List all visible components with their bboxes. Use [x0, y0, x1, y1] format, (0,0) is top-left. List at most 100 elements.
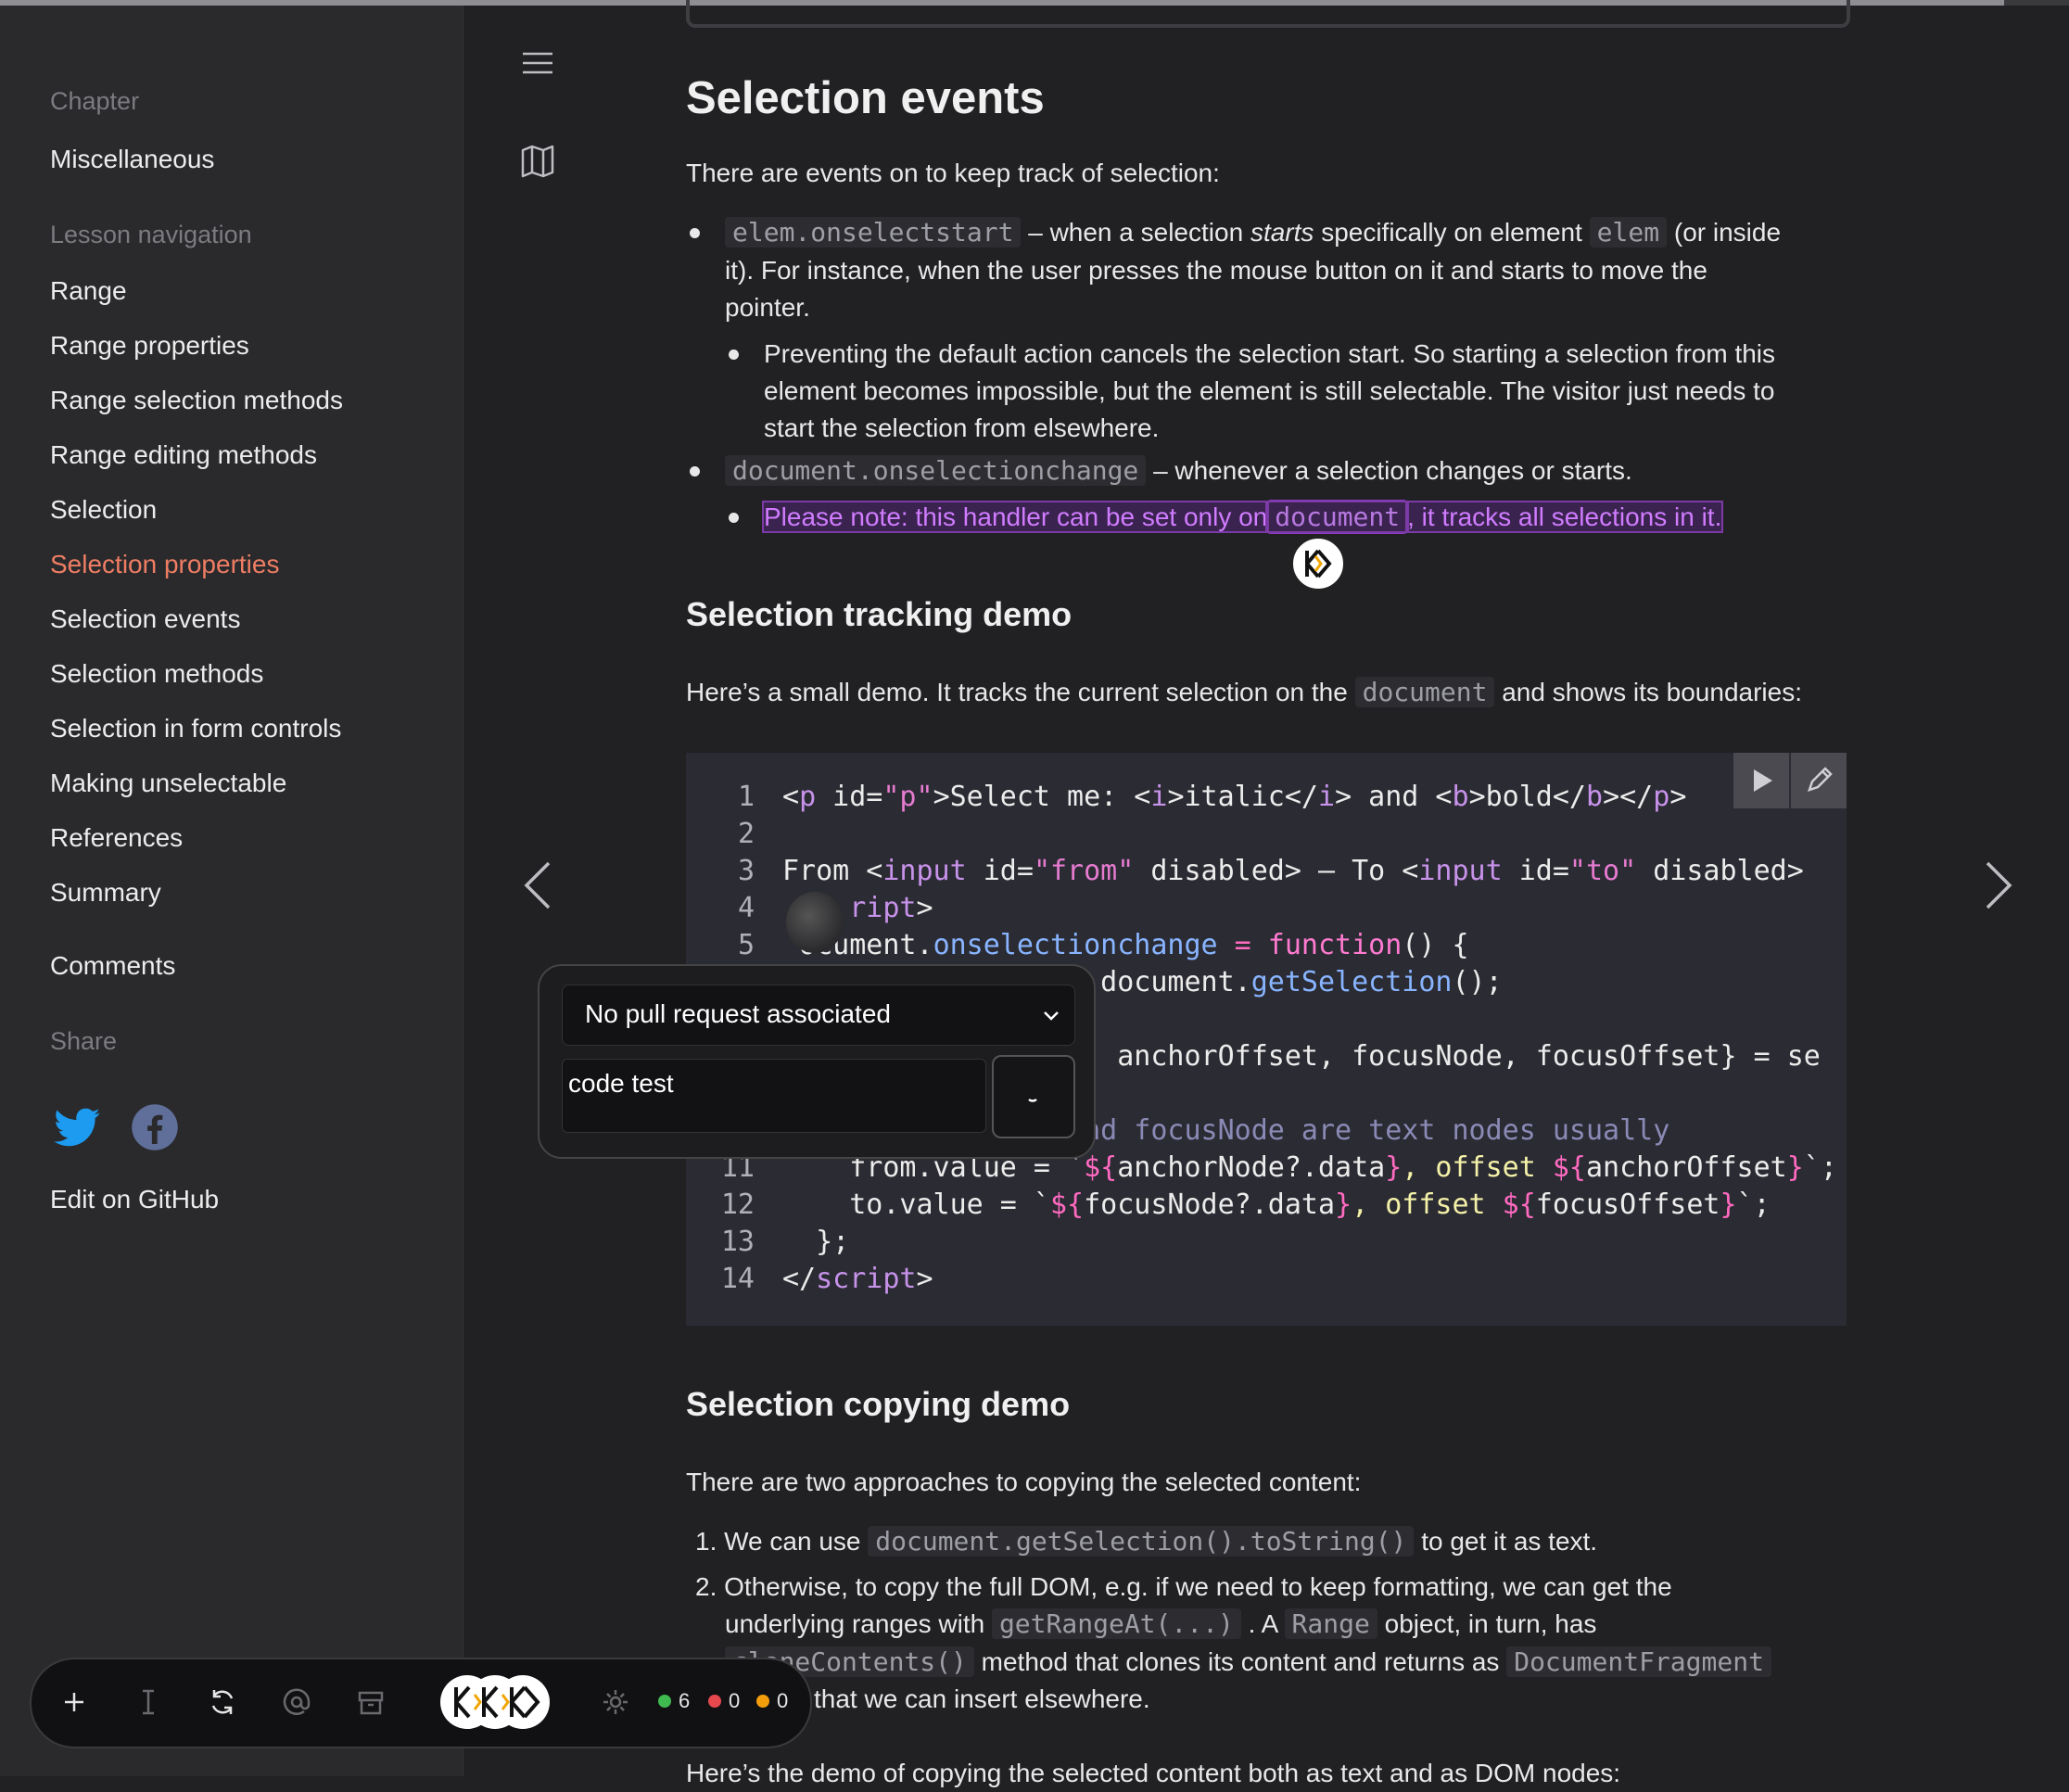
copying-intro: There are two approaches to copying the … — [686, 1468, 1362, 1496]
code-document-fragment: DocumentFragment — [1506, 1646, 1771, 1677]
next-lesson-arrow-icon[interactable] — [1974, 858, 2021, 913]
sidebar-item-selection-events[interactable]: Selection events — [50, 604, 240, 634]
add-icon[interactable] — [54, 1682, 95, 1722]
twitter-icon[interactable] — [52, 1102, 102, 1152]
run-code-button[interactable] — [1733, 753, 1789, 808]
code-line: 14 </script> — [686, 1263, 933, 1300]
emphasis-starts: starts — [1250, 218, 1314, 247]
bullet-text-part: – when a selection — [1028, 218, 1244, 247]
bullet-line: it). For instance, when the user presses… — [725, 256, 1707, 285]
sidebar-item-selection-in-form-controls[interactable]: Selection in form controls — [50, 714, 341, 743]
comments-link[interactable]: Comments — [50, 951, 175, 981]
red-count: 0 — [729, 1689, 741, 1712]
text-part: and shows its boundaries: — [1502, 678, 1802, 706]
facebook-icon[interactable] — [130, 1102, 180, 1152]
pull-request-select[interactable]: No pull request associated — [562, 985, 1075, 1046]
sidebar-item-range-selection-methods[interactable]: Range selection methods — [50, 386, 343, 415]
edit-on-github-link[interactable]: Edit on GitHub — [50, 1185, 219, 1214]
orange-count: 0 — [777, 1689, 789, 1712]
status-red: 0 — [708, 1689, 740, 1713]
sub-bullet-line: Preventing the default action cancels th… — [764, 339, 1776, 368]
code-range: Range — [1284, 1608, 1377, 1639]
status-green: 6 — [658, 1689, 690, 1713]
bullet-onselectstart: elem.onselectstart – when a selection st… — [725, 214, 1781, 251]
prev-lesson-arrow-icon[interactable] — [515, 858, 562, 913]
map-icon[interactable] — [519, 143, 556, 180]
green-count: 6 — [679, 1689, 691, 1712]
code-get-range-at: getRangeAt(...) — [991, 1608, 1241, 1639]
selected-code-document: document — [1265, 500, 1410, 534]
sidebar-item-selection[interactable]: Selection — [50, 495, 157, 525]
bullet-text-part: (or inside — [1673, 218, 1782, 247]
code-line: 1 <p id="p">Select me: <i>italic</i> and … — [686, 781, 1686, 818]
settings-icon[interactable] — [595, 1682, 636, 1722]
menu-icon[interactable] — [519, 44, 556, 82]
extension-logo-group-icon[interactable] — [438, 1672, 552, 1732]
code-elem-onselectstart: elem.onselectstart — [725, 217, 1022, 248]
selected-text: Please note: this handler can be set onl… — [761, 501, 1270, 533]
heading-selection-events: Selection events — [686, 73, 1045, 123]
red-dot-icon — [708, 1695, 721, 1708]
sub-bullet-line: element becomes impossible, but the elem… — [764, 376, 1775, 405]
sidebar-item-selection-properties[interactable]: Selection properties — [50, 550, 279, 579]
copying-demo-intro: Here’s the demo of copying the selected … — [686, 1759, 1621, 1787]
text-part: method that clones its content and retur… — [981, 1647, 1500, 1676]
line-number: 1 — [737, 781, 755, 813]
sidebar-item-range-editing-methods[interactable]: Range editing methods — [50, 440, 317, 470]
code-get-selection-tostring: document.getSelection().toString() — [868, 1526, 1415, 1557]
code-line: 12 to.value = `${focusNode?.data}, offse… — [686, 1188, 1771, 1226]
previous-code-block-edge — [686, 0, 1850, 28]
sidebar-item-range[interactable]: Range — [50, 276, 127, 306]
edit-code-button[interactable] — [1791, 753, 1847, 808]
sidebar: Chapter Miscellaneous Lesson navigation … — [0, 6, 463, 1776]
bullet-text-part: – whenever a selection changes or starts… — [1153, 456, 1632, 485]
cursor-shadow — [786, 892, 844, 953]
code-document: document — [1354, 677, 1495, 707]
bullet-dot — [690, 228, 700, 238]
text-part: object, in turn, has — [1384, 1609, 1597, 1638]
ordered-item-2-line: that we can insert elsewhere. — [814, 1684, 1150, 1713]
code-line: 13 }; — [686, 1226, 849, 1263]
line-number: 14 — [720, 1263, 755, 1295]
refresh-icon[interactable] — [202, 1682, 243, 1722]
sidebar-item-references[interactable]: References — [50, 823, 183, 853]
text-part: 1. We can use — [695, 1527, 861, 1556]
sidebar-item-range-properties[interactable]: Range properties — [50, 331, 249, 361]
chapter-link[interactable]: Miscellaneous — [50, 145, 214, 174]
mention-icon[interactable] — [276, 1682, 317, 1722]
line-number: 5 — [737, 929, 755, 961]
comment-textarea-value: code test — [568, 1069, 674, 1098]
orange-dot-icon — [756, 1695, 769, 1708]
line-number: 3 — [737, 855, 755, 887]
sidebar-item-selection-methods[interactable]: Selection methods — [50, 659, 263, 689]
text-cursor-icon[interactable] — [128, 1682, 169, 1722]
share-label: Share — [50, 1027, 118, 1055]
pull-request-popup: No pull request associated code test — [538, 964, 1096, 1159]
selected-note: Please note: this handler can be set onl… — [761, 499, 1724, 536]
submit-button[interactable] — [992, 1055, 1075, 1138]
pull-request-select-value: No pull request associated — [585, 999, 891, 1028]
bullet-text-part: specifically on element — [1321, 218, 1582, 247]
comment-textarea[interactable]: code test — [562, 1059, 986, 1133]
sidebar-item-making-unselectable[interactable]: Making unselectable — [50, 769, 286, 798]
bullet-dot — [729, 513, 739, 523]
code-line: 2 — [686, 818, 782, 855]
line-number: 4 — [737, 892, 755, 924]
text-part: Here’s a small demo. It tracks the curre… — [686, 678, 1348, 706]
sidebar-item-summary[interactable]: Summary — [50, 878, 161, 908]
code-elem: elem — [1589, 217, 1668, 248]
sub-bullet-line: start the selection from elsewhere. — [764, 413, 1160, 442]
ordered-item-2-line: cloneContents() method that clones its c… — [725, 1644, 1771, 1681]
chevron-down-icon — [1044, 1011, 1059, 1021]
archive-icon[interactable] — [350, 1682, 391, 1722]
chapter-label: Chapter — [50, 87, 140, 115]
ordered-item-2-line: 2. Otherwise, to copy the full DOM, e.g.… — [695, 1572, 1672, 1601]
ordered-item-1: 1. We can use document.getSelection().to… — [695, 1523, 1597, 1560]
extension-logo-icon[interactable] — [1290, 536, 1346, 591]
text-part: to get it as text. — [1421, 1527, 1598, 1556]
events-intro: There are events on to keep track of sel… — [686, 159, 1220, 187]
line-number: 12 — [720, 1188, 755, 1221]
heading-selection-tracking-demo: Selection tracking demo — [686, 595, 1073, 633]
ordered-item-2-line: underlying ranges with getRangeAt(...) .… — [725, 1606, 1596, 1643]
bullet-dot — [690, 466, 700, 477]
